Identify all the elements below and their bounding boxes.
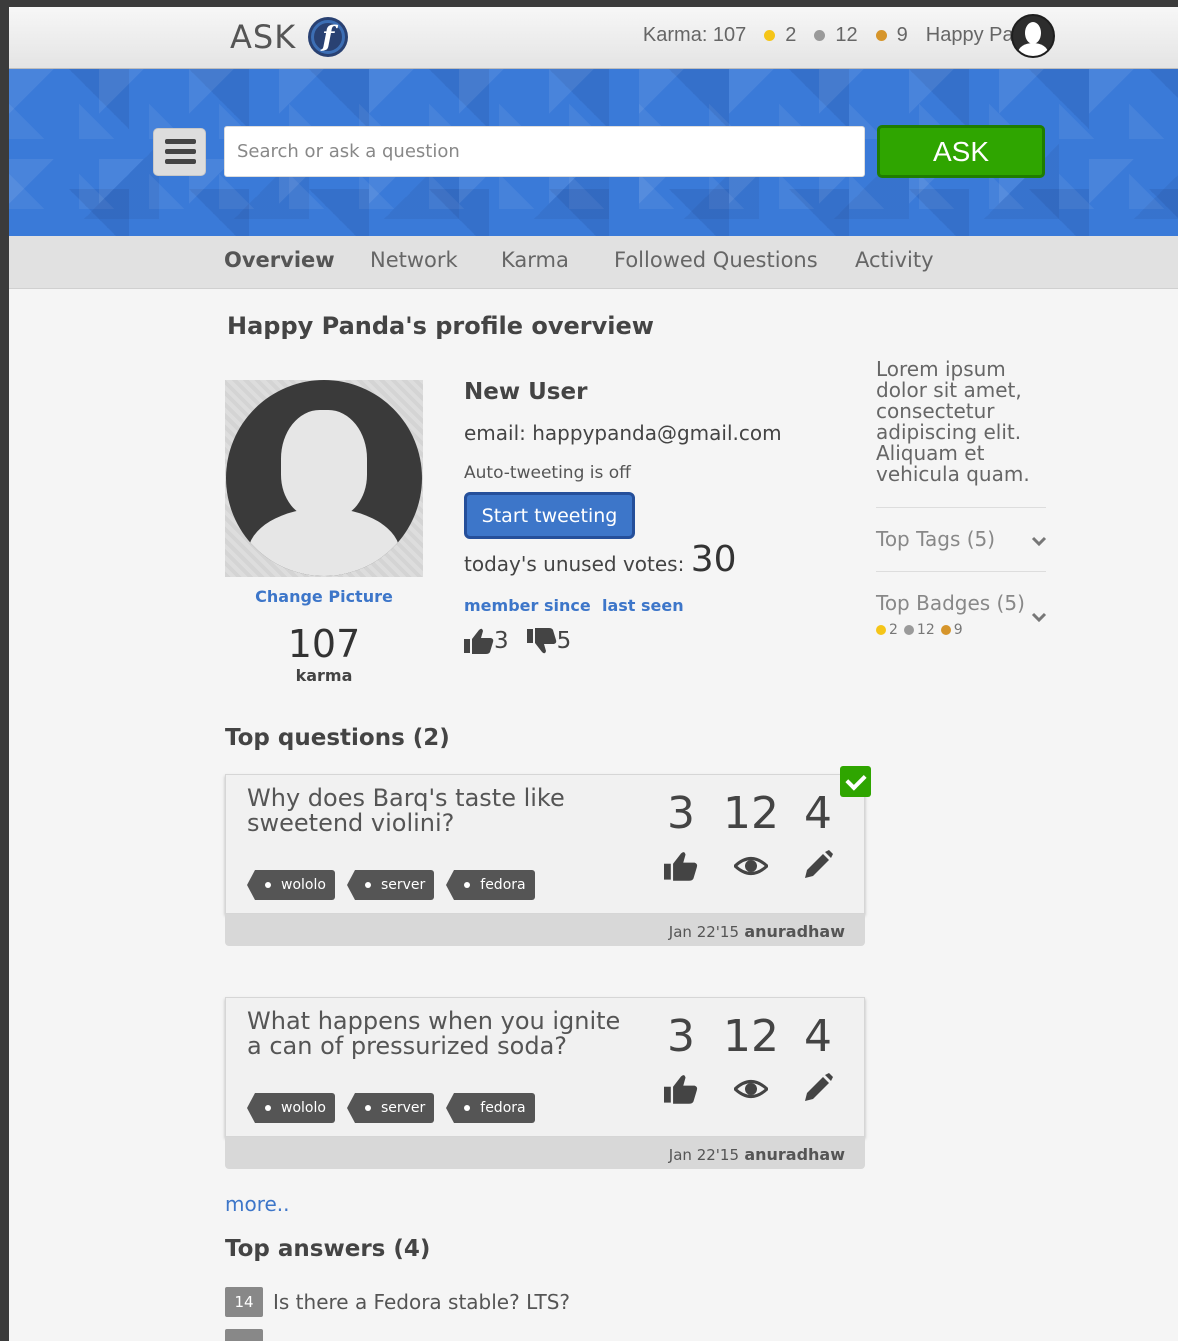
tag[interactable]: fedora <box>446 1093 535 1123</box>
question-title[interactable]: Why does Barq's taste like sweetend viol… <box>247 786 637 836</box>
downvote-count: 5 <box>556 628 572 654</box>
thumbs-up-icon <box>664 1073 698 1105</box>
tab-activity[interactable]: Activity <box>855 248 934 272</box>
accepted-check-icon <box>840 766 871 797</box>
silver-badge-icon <box>814 30 826 41</box>
top-badges-toggle[interactable]: Top Badges (5) <box>876 591 1025 615</box>
question-date: Jan 22'15 <box>668 923 739 941</box>
silver-badge-count: 12 <box>835 24 858 46</box>
tab-network[interactable]: Network <box>370 248 458 272</box>
gold-badge-icon <box>764 30 776 41</box>
question-tags: wololo server fedora <box>247 1093 547 1123</box>
start-tweeting-button[interactable]: Start tweeting <box>464 492 635 539</box>
question-author[interactable]: anuradhaw <box>744 922 845 941</box>
user-stats: Karma: 107 2 12 9 Happy Panda <box>643 24 1047 47</box>
user-avatar[interactable] <box>1011 14 1055 58</box>
unused-votes: today's unused votes: 30 <box>464 539 737 580</box>
edit-count: 4 <box>804 788 832 839</box>
vote-count: 3 <box>667 788 695 839</box>
search-input[interactable] <box>224 126 865 177</box>
sidebar-divider <box>876 571 1046 572</box>
tab-karma[interactable]: Karma <box>501 248 569 272</box>
tab-followed-questions[interactable]: Followed Questions <box>614 248 818 272</box>
top-tags-toggle[interactable]: Top Tags (5) <box>876 527 995 551</box>
tag[interactable]: wololo <box>247 1093 335 1123</box>
sidebar-description: Lorem ipsum dolor sit amet, consectetur … <box>876 357 1030 486</box>
sidebar-divider <box>876 507 1046 508</box>
question-card[interactable]: What happens when you ignite a can of pr… <box>225 997 865 1169</box>
change-picture-link[interactable]: Change Picture <box>225 587 423 606</box>
profile-picture <box>225 380 423 577</box>
silver-badge-icon <box>903 625 914 635</box>
brand[interactable]: ASK f <box>230 17 349 57</box>
menu-button[interactable] <box>153 128 206 176</box>
tab-overview[interactable]: Overview <box>224 248 335 272</box>
search-banner: ASK <box>9 69 1178 236</box>
bronze-badge-icon <box>940 625 951 635</box>
vote-summary: 3 5 <box>464 627 571 655</box>
vote-count: 3 <box>667 1011 695 1062</box>
question-author[interactable]: anuradhaw <box>744 1145 845 1164</box>
gold-badge-icon <box>876 625 886 635</box>
edit-count: 4 <box>804 1011 832 1062</box>
answer-score <box>225 1329 263 1341</box>
karma-label: karma <box>295 666 353 685</box>
question-tags: wololo server fedora <box>247 870 547 900</box>
top-bar: ASK f Karma: 107 2 12 9 Happy Panda <box>9 7 1178 69</box>
answer-score: 14 <box>225 1287 263 1317</box>
karma-text[interactable]: Karma: 107 <box>643 24 746 47</box>
badge-counts: 2 12 9 <box>876 622 963 638</box>
question-date: Jan 22'15 <box>668 1146 739 1164</box>
eye-icon <box>732 850 770 882</box>
view-count: 12 <box>723 788 779 839</box>
top-answers-heading: Top answers (4) <box>225 1236 431 1262</box>
brand-text: ASK <box>230 18 297 56</box>
gold-badge-count: 2 <box>785 24 797 46</box>
tag[interactable]: server <box>346 870 435 900</box>
answer-row[interactable] <box>225 1329 263 1341</box>
ask-button[interactable]: ASK <box>877 125 1045 178</box>
page-title: Happy Panda's profile overview <box>227 312 654 340</box>
autotweet-status: Auto-tweeting is off <box>464 463 631 483</box>
tag[interactable]: wololo <box>247 870 335 900</box>
bronze-badge-icon <box>875 30 887 41</box>
user-email: email: happypanda@gmail.com <box>464 421 782 445</box>
tag[interactable]: server <box>346 1093 435 1123</box>
more-questions-link[interactable]: more.. <box>225 1192 290 1216</box>
eye-icon <box>732 1073 770 1105</box>
chevron-down-icon[interactable] <box>1031 609 1047 625</box>
silver-badge-count: 12 <box>916 622 935 638</box>
unused-votes-value: 30 <box>690 539 737 580</box>
thumbs-up-icon <box>464 628 494 654</box>
tag[interactable]: fedora <box>446 870 535 900</box>
karma-value: 107 <box>287 622 361 666</box>
thumbs-down-icon <box>526 628 556 654</box>
pencil-icon <box>801 1073 835 1105</box>
upvote-count: 3 <box>494 628 509 654</box>
view-count: 12 <box>723 1011 779 1062</box>
question-title[interactable]: What happens when you ignite a can of pr… <box>247 1009 637 1059</box>
pencil-icon <box>801 850 835 882</box>
app-frame: ASK f Karma: 107 2 12 9 Happy Panda ASK <box>9 7 1178 1341</box>
bronze-badge-count: 9 <box>953 622 963 638</box>
fedora-logo-icon: f <box>308 17 349 57</box>
answer-row[interactable]: 14 Is there a Fedora stable? LTS? <box>225 1287 570 1317</box>
member-since-link[interactable]: member since <box>464 596 591 615</box>
top-questions-heading: Top questions (2) <box>225 725 450 751</box>
chevron-down-icon[interactable] <box>1031 533 1047 549</box>
profile-tabs: Overview Network Karma Followed Question… <box>9 236 1178 289</box>
last-seen-link[interactable]: last seen <box>602 596 684 615</box>
unused-votes-label: today's unused votes: <box>464 552 691 576</box>
bronze-badge-count: 9 <box>896 24 908 46</box>
gold-badge-count: 2 <box>889 622 898 638</box>
user-role: New User <box>464 379 588 405</box>
question-card[interactable]: Why does Barq's taste like sweetend viol… <box>225 774 865 946</box>
answer-title[interactable]: Is there a Fedora stable? LTS? <box>273 1290 570 1314</box>
thumbs-up-icon <box>664 850 698 882</box>
